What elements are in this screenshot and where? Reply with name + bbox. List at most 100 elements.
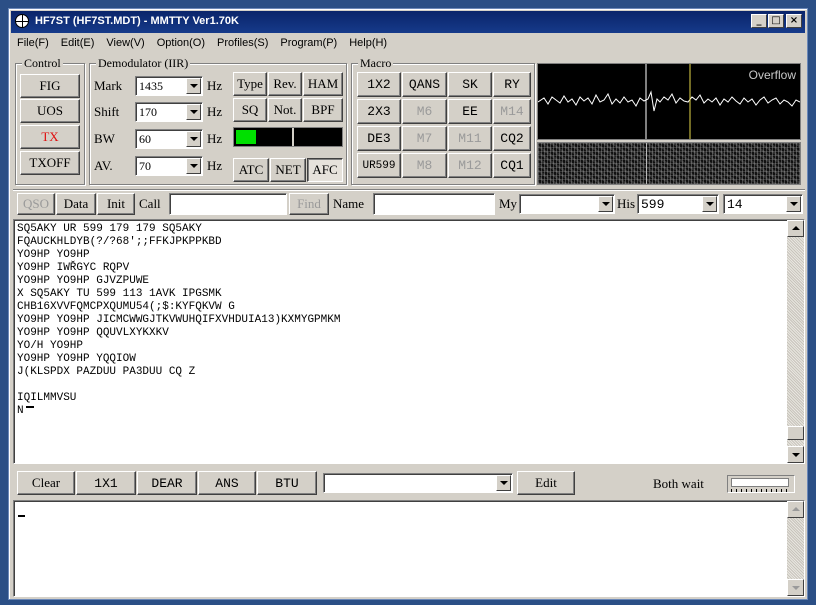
close-button[interactable]: × [786, 14, 802, 28]
window-title: HF7ST (HF7ST.MDT) - MMTTY Ver1.70K [35, 15, 239, 27]
bpf-button[interactable]: BPF [303, 98, 343, 122]
data-button[interactable]: Data [56, 193, 96, 215]
macro-m12-button[interactable]: M12 [448, 153, 492, 178]
av-label: AV. [94, 158, 113, 173]
bw-label: BW [94, 131, 115, 146]
his-rst-combo[interactable]: 599 [637, 194, 719, 214]
bw-combo[interactable]: 60 [135, 129, 203, 149]
clear-button[interactable]: Clear [17, 471, 75, 495]
title-bar[interactable]: HF7ST (HF7ST.MDT) - MMTTY Ver1.70K _ □ × [11, 11, 805, 33]
call-field[interactable] [169, 193, 287, 215]
shift-combo[interactable]: 170 [135, 102, 203, 122]
scroll-up-icon[interactable] [787, 501, 804, 518]
name-field[interactable] [373, 193, 495, 215]
type-button[interactable]: Type [233, 72, 267, 96]
my-rst-combo[interactable] [519, 194, 615, 214]
transmit-scrollbar[interactable] [787, 501, 804, 596]
macro-cq1-button[interactable]: CQ1 [493, 153, 531, 178]
name-label: Name [333, 196, 365, 211]
not-button[interactable]: Not. [268, 98, 302, 122]
control-caption: Control [22, 56, 63, 71]
receive-lines: SQ5AKY UR 599 179 179 SQ5AKY FQAUCKHLDYB(… [17, 223, 340, 418]
chevron-down-icon[interactable] [786, 196, 801, 212]
macro-dear-button[interactable]: DEAR [137, 471, 197, 495]
menu-help[interactable]: Help(H) [343, 35, 393, 49]
chevron-down-icon[interactable] [186, 104, 201, 120]
macro-ry-button[interactable]: RY [493, 72, 531, 97]
macro-cq2-button[interactable]: CQ2 [493, 126, 531, 151]
chevron-down-icon[interactable] [598, 196, 613, 212]
chevron-down-icon[interactable] [186, 131, 201, 147]
macro-group: Macro 1X2 QANS SK RY 2X3 M6 EE M14 DE3 M7 M11 CQ2 UR… [351, 56, 535, 185]
edit-button[interactable]: Edit [517, 471, 575, 495]
menu-file[interactable]: File(F) [11, 35, 55, 49]
receive-line: CHB16XVVFQMCPXQUMU54(;$:KYFQKVW G [17, 301, 235, 313]
level-indicator [236, 130, 256, 144]
tx-bar: Clear 1X1 DEAR ANS BTU Edit Both wait [13, 468, 805, 498]
find-button[interactable]: Find [289, 193, 329, 215]
sq-button[interactable]: SQ [233, 98, 267, 122]
macro-de3-button[interactable]: DE3 [357, 126, 401, 151]
receive-text-area[interactable]: SQ5AKY UR 599 179 179 SQ5AKY FQAUCKHLDYB(… [13, 219, 805, 464]
av-combo[interactable]: 70 [135, 156, 203, 176]
chevron-down-icon[interactable] [496, 475, 511, 491]
macro-2x3-button[interactable]: 2X3 [357, 99, 401, 124]
macro-btu-button[interactable]: BTU [257, 471, 317, 495]
menu-view[interactable]: View(V) [100, 35, 150, 49]
menu-bar: File(F) Edit(E) View(V) Option(O) Profiles(S… [11, 35, 805, 53]
chevron-down-icon[interactable] [186, 78, 201, 94]
scroll-down-icon[interactable] [787, 446, 804, 463]
macro-m7-button[interactable]: M7 [402, 126, 447, 151]
main-window: HF7ST (HF7ST.MDT) - MMTTY Ver1.70K _ □ ×… [8, 8, 808, 600]
maximize-button[interactable]: □ [768, 14, 784, 28]
menu-profiles[interactable]: Profiles(S) [211, 35, 274, 49]
call-label: Call [139, 196, 161, 211]
scroll-up-icon[interactable] [787, 220, 804, 237]
uos-button[interactable]: UOS [20, 99, 80, 123]
macro-select-combo[interactable] [323, 473, 513, 493]
macro-m14-button[interactable]: M14 [493, 99, 531, 124]
minimize-button[interactable]: _ [751, 14, 767, 28]
rev-button[interactable]: Rev. [268, 72, 302, 96]
macro-m11-button[interactable]: M11 [448, 126, 492, 151]
tx-button[interactable]: TX [20, 125, 80, 149]
receive-cursor [26, 406, 34, 408]
macro-m8-button[interactable]: M8 [402, 153, 447, 178]
scroll-down-icon[interactable] [787, 579, 804, 596]
menu-program[interactable]: Program(P) [274, 35, 343, 49]
transmit-cursor [18, 515, 25, 517]
net-button[interactable]: NET [270, 158, 306, 182]
receive-line: YO9HP YO9HP JICMCWWGJTKVWUHQIFXVHDUIA13)… [17, 314, 341, 326]
both-wait-indicator [727, 475, 795, 493]
macro-sk-button[interactable]: SK [448, 72, 492, 97]
qso-button[interactable]: QSO [17, 193, 55, 215]
menu-edit[interactable]: Edit(E) [55, 35, 101, 49]
init-button[interactable]: Init [97, 193, 135, 215]
extra-combo[interactable]: 14 [723, 194, 803, 214]
spectrum-scope[interactable]: Overflow [537, 63, 801, 140]
txoff-button[interactable]: TXOFF [20, 151, 80, 175]
receive-line: IQILMMVSU [17, 392, 77, 404]
macro-ee-button[interactable]: EE [448, 99, 492, 124]
afc-button[interactable]: AFC [307, 158, 343, 182]
macro-qans-button[interactable]: QANS [402, 72, 447, 97]
scroll-thumb[interactable] [787, 426, 804, 440]
waterfall[interactable] [537, 142, 801, 185]
atc-button[interactable]: ATC [233, 158, 269, 182]
macro-1x2-button[interactable]: 1X2 [357, 72, 401, 97]
chevron-down-icon[interactable] [702, 196, 717, 212]
mark-combo[interactable]: 1435 [135, 76, 203, 96]
menu-option[interactable]: Option(O) [151, 35, 211, 49]
ham-button[interactable]: HAM [303, 72, 343, 96]
both-wait-ticks [731, 489, 791, 492]
app-icon[interactable] [15, 14, 29, 28]
receive-line: YO9HP YO9HP [17, 249, 90, 261]
macro-1x1-button[interactable]: 1X1 [76, 471, 136, 495]
macro-m6-button[interactable]: M6 [402, 99, 447, 124]
transmit-text-area[interactable] [13, 500, 805, 597]
macro-ur599-button[interactable]: UR599 [357, 153, 401, 178]
macro-ans-button[interactable]: ANS [198, 471, 256, 495]
receive-scrollbar[interactable] [787, 220, 804, 463]
chevron-down-icon[interactable] [186, 158, 201, 174]
fig-button[interactable]: FIG [20, 74, 80, 98]
